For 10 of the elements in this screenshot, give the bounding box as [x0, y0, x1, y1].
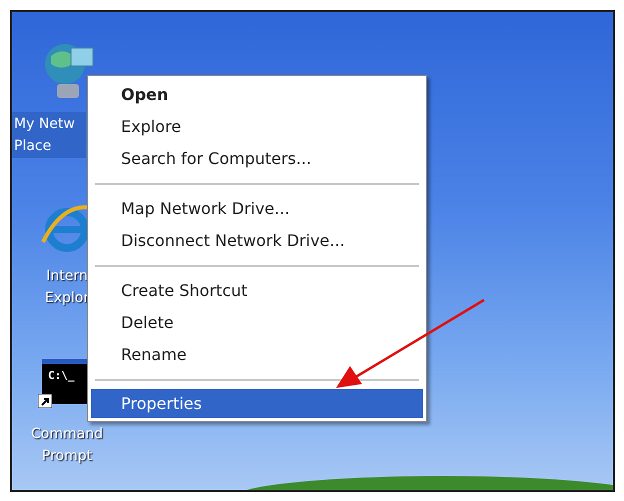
- menu-item[interactable]: Delete: [91, 307, 423, 339]
- menu-item[interactable]: Search for Computers...: [91, 143, 423, 175]
- menu-item[interactable]: Explore: [91, 111, 423, 143]
- menu-item[interactable]: Map Network Drive...: [91, 193, 423, 225]
- menu-item[interactable]: Open: [91, 79, 423, 111]
- icon-label[interactable]: My Netw Place: [12, 112, 86, 158]
- menu-item[interactable]: Disconnect Network Drive...: [91, 225, 423, 257]
- menu-item[interactable]: Properties: [91, 389, 423, 418]
- menu-item[interactable]: Rename: [91, 339, 423, 371]
- menu-item[interactable]: Create Shortcut: [91, 275, 423, 307]
